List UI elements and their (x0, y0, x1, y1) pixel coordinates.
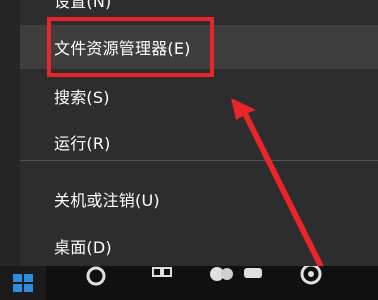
menu-item-label: 桌面(D) (54, 238, 112, 257)
menu-item-desktop[interactable]: 桌面(D) (20, 224, 378, 268)
menu-item-label: 关机或注销(U) (54, 191, 160, 210)
search-button[interactable] (84, 266, 108, 300)
task-view-icon (152, 267, 172, 277)
menu-item-label: 设置(N) (54, 0, 112, 11)
app-icon (210, 267, 233, 281)
menu-item-label: 搜索(S) (54, 88, 110, 107)
menu-divider (20, 160, 378, 161)
menu-item-label: 文件资源管理器(E) (54, 39, 191, 58)
menu-item-search[interactable]: 搜索(S) (20, 74, 378, 118)
taskbar-app-icon[interactable] (240, 266, 266, 300)
app-icon (244, 268, 262, 278)
menu-item-file-explorer[interactable]: 文件资源管理器(E) (20, 25, 378, 69)
menu-item-settings[interactable]: 设置(N) (20, 0, 378, 22)
menu-item-shutdown-signout[interactable]: 关机或注销(U) (20, 177, 378, 221)
winx-context-menu: 设置(N) 文件资源管理器(E) 搜索(S) 运行(R) 关机或注销(U) 桌面… (20, 0, 378, 266)
menu-item-run[interactable]: 运行(R) (20, 120, 378, 164)
screen-edge (0, 0, 20, 266)
taskbar-app-icon[interactable] (298, 263, 324, 300)
start-button[interactable] (0, 266, 46, 300)
desktop-screen: 设置(N) 文件资源管理器(E) 搜索(S) 运行(R) 关机或注销(U) 桌面… (0, 0, 378, 300)
menu-item-label: 运行(R) (54, 134, 111, 153)
task-view-button[interactable] (150, 266, 174, 300)
taskbar (0, 263, 378, 300)
taskbar-app-icon[interactable] (208, 266, 234, 300)
search-icon (86, 266, 106, 286)
windows-logo-icon (13, 274, 33, 292)
app-icon (300, 263, 322, 285)
